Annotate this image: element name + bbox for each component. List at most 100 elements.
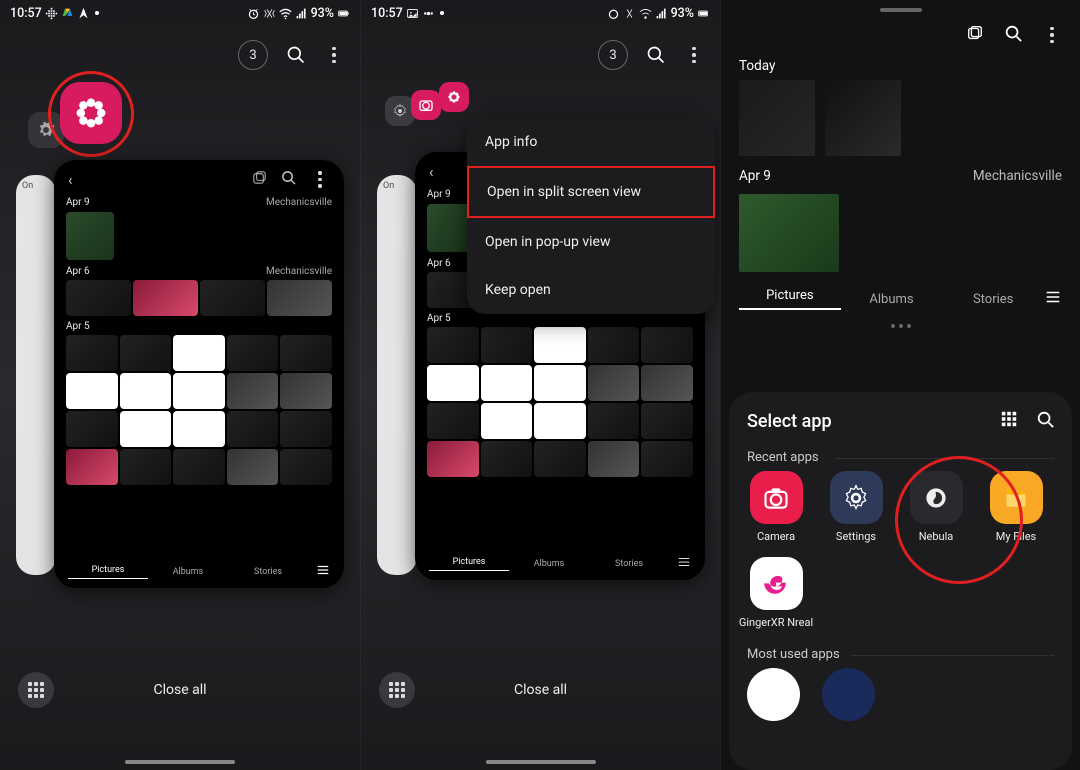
split-handle-dots[interactable] — [721, 320, 1080, 332]
hamburger-icon[interactable] — [316, 563, 330, 580]
photo-thumb[interactable] — [120, 449, 172, 485]
photo-thumb[interactable] — [267, 280, 332, 316]
photo-thumb[interactable] — [173, 411, 225, 447]
app-settings[interactable]: Settings — [827, 471, 885, 543]
tab-albums[interactable]: Albums — [841, 292, 943, 307]
status-battery-pct: 93% — [311, 6, 334, 21]
photo-thumb[interactable] — [120, 411, 172, 447]
gallery-app-icon[interactable] — [439, 82, 469, 112]
menu-split-screen[interactable]: Open in split screen view — [467, 166, 715, 218]
photo-thumb[interactable] — [66, 373, 118, 409]
photo-thumb[interactable] — [200, 280, 265, 316]
battery-icon — [697, 7, 710, 20]
gesture-bar[interactable] — [486, 760, 596, 764]
alarm-icon — [607, 7, 620, 20]
section-recent-apps: Recent apps — [747, 450, 1054, 465]
status-bar: 10:57 93% — [361, 0, 720, 22]
camera-app-icon[interactable] — [411, 90, 441, 120]
search-icon[interactable] — [286, 45, 306, 65]
panel-1-recents: 10:57 93% 3 On ‹ — [0, 0, 360, 770]
search-icon[interactable] — [646, 45, 666, 65]
gallery-app-icon[interactable] — [60, 82, 122, 144]
app-unknown[interactable] — [822, 668, 875, 721]
app-myfiles[interactable]: My Files — [987, 471, 1045, 543]
app-nebula[interactable]: Nebula — [907, 471, 965, 543]
menu-app-info[interactable]: App info — [467, 118, 715, 166]
tab-count[interactable]: 3 — [598, 40, 628, 70]
photo-thumb[interactable] — [133, 280, 198, 316]
more-icon[interactable] — [324, 47, 344, 64]
photo-thumb[interactable] — [66, 449, 118, 485]
tab-pictures[interactable]: Pictures — [68, 565, 148, 579]
status-bar: 10:57 93% — [0, 0, 360, 22]
settings-app-icon-behind[interactable] — [28, 112, 64, 148]
recents-card-behind[interactable]: On — [16, 175, 56, 575]
select-app-sheet: Select app Recent apps Camera Settings N… — [729, 392, 1072, 770]
status-battery-pct: 93% — [671, 6, 694, 21]
photo-thumb[interactable] — [120, 335, 172, 371]
more-icon[interactable] — [310, 171, 330, 188]
section-most-used: Most used apps — [747, 647, 1054, 662]
photo-thumb[interactable] — [280, 335, 332, 371]
more-icon[interactable] — [1042, 27, 1062, 44]
hamburger-icon[interactable] — [1044, 288, 1062, 310]
photo-thumb[interactable] — [280, 373, 332, 409]
status-time: 10:57 — [371, 6, 403, 21]
menu-keep-open[interactable]: Keep open — [467, 266, 715, 314]
photo-thumb[interactable] — [739, 80, 815, 156]
photo-thumb[interactable] — [120, 373, 172, 409]
app-camera[interactable]: Camera — [747, 471, 805, 543]
gallery-topbar — [721, 18, 1080, 54]
context-menu: App info Open in split screen view Open … — [467, 118, 715, 314]
drag-handle[interactable] — [880, 8, 922, 12]
tab-stories[interactable]: Stories — [228, 567, 308, 577]
tab-pictures[interactable]: Pictures — [739, 288, 841, 310]
photo-thumb[interactable] — [280, 411, 332, 447]
photo-thumb[interactable] — [66, 411, 118, 447]
photo-thumb[interactable] — [66, 280, 131, 316]
photo-thumb[interactable] — [227, 411, 279, 447]
search-icon[interactable] — [1036, 410, 1054, 432]
photo-thumb[interactable] — [66, 212, 114, 260]
app-chrome[interactable] — [747, 668, 800, 721]
photo-thumb[interactable] — [227, 335, 279, 371]
menu-popup-view[interactable]: Open in pop-up view — [467, 218, 715, 266]
photo-thumb[interactable] — [825, 80, 901, 156]
tab-count[interactable]: 3 — [238, 40, 268, 70]
window-icon[interactable] — [966, 24, 984, 46]
photo-thumb[interactable] — [280, 449, 332, 485]
battery-icon — [337, 7, 350, 20]
gdrive-icon — [61, 7, 74, 20]
search-icon[interactable] — [1004, 24, 1022, 46]
recents-card-behind[interactable]: On — [377, 175, 417, 575]
more-notif-dot — [440, 11, 444, 15]
app-grid-icon[interactable] — [1000, 410, 1018, 432]
more-icon[interactable] — [684, 47, 704, 64]
vibrate-icon — [263, 7, 276, 20]
close-all-button[interactable]: Close all — [361, 682, 720, 698]
photo-thumb[interactable] — [66, 335, 118, 371]
photo-thumb[interactable] — [173, 335, 225, 371]
sheet-title: Select app — [747, 411, 832, 432]
photo-thumb[interactable] — [227, 373, 279, 409]
recent-apps-row: Camera Settings Nebula My Files — [747, 471, 1054, 543]
photo-thumb[interactable] — [739, 194, 839, 272]
photo-thumb[interactable] — [173, 373, 225, 409]
nav-arrow-icon — [77, 7, 90, 20]
photo-thumb[interactable] — [173, 449, 225, 485]
tab-albums[interactable]: Albums — [148, 567, 228, 577]
section-date: Apr 9 — [739, 168, 771, 184]
fitbit-icon — [45, 7, 58, 20]
signal-icon — [655, 7, 668, 20]
vibrate-icon — [623, 7, 636, 20]
recents-card-gallery[interactable]: ‹ Apr 9Mechanicsville Apr 6Mechanicsvill… — [54, 160, 344, 588]
tab-stories[interactable]: Stories — [942, 292, 1044, 307]
panel-3-split-select: Today Apr 9Mechanicsville Pictures Album… — [720, 0, 1080, 770]
back-icon[interactable]: ‹ — [68, 171, 73, 189]
photo-thumb[interactable] — [227, 449, 279, 485]
gesture-bar[interactable] — [125, 760, 235, 764]
window-icon[interactable] — [252, 170, 267, 189]
app-gingerxr[interactable]: GingerXR Nreal — [747, 557, 805, 629]
close-all-button[interactable]: Close all — [0, 682, 360, 698]
search-icon[interactable] — [281, 170, 296, 189]
